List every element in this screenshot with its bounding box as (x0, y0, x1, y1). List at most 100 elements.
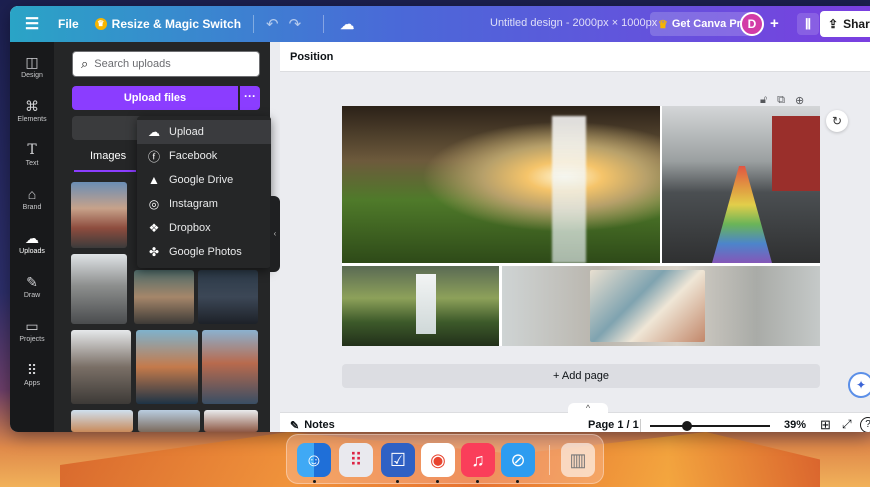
design-title[interactable]: Untitled design - 2000px × 1000px (490, 17, 657, 29)
divider (640, 419, 641, 432)
grid-view-icon[interactable]: ⊞ (820, 417, 831, 432)
rail-item-draw[interactable]: ✎ Draw (10, 274, 54, 299)
file-menu[interactable]: File (58, 17, 79, 31)
rail-label: Design (21, 72, 43, 79)
cloud-upload-icon: ☁ (25, 230, 39, 246)
running-indicator (313, 480, 316, 483)
menu-item-label: Dropbox (169, 222, 211, 234)
safari-icon[interactable]: ⊘ (501, 443, 535, 477)
tab-images[interactable]: Images (90, 150, 126, 162)
upload-thumbnail[interactable] (71, 330, 131, 404)
zoom-slider-handle[interactable] (682, 421, 692, 431)
upload-thumbnail[interactable] (198, 270, 258, 324)
upload-thumbnail[interactable] (134, 270, 194, 324)
share-button[interactable]: ⇪ Share (820, 11, 870, 37)
zoom-level[interactable]: 39% (784, 419, 806, 431)
page-indicator[interactable]: Page 1 / 1 (588, 419, 639, 431)
running-indicator (396, 480, 399, 483)
search-icon: ⌕ (81, 56, 89, 71)
rail-item-uploads[interactable]: ☁ Uploads (10, 230, 54, 255)
menu-item-label: Instagram (169, 198, 218, 210)
upload-thumbnail[interactable] (71, 182, 127, 248)
layout-icon: ◫ (25, 54, 39, 70)
pen-icon: ✎ (26, 274, 38, 290)
folder-icon: ▭ (25, 318, 39, 334)
menu-item-instagram[interactable]: ◎ Instagram (137, 192, 271, 216)
refresh-icon[interactable]: ↻ (826, 110, 848, 132)
postcards (590, 270, 705, 342)
divider (253, 15, 255, 33)
resize-label: Resize & Magic Switch (111, 17, 242, 31)
fullscreen-icon[interactable]: ⤢ (842, 417, 852, 432)
position-button[interactable]: Position (290, 51, 333, 63)
undo-icon[interactable]: ↶ (266, 15, 279, 33)
more-options-button[interactable]: ··· (240, 86, 260, 110)
facebook-icon: ⓕ (147, 149, 160, 164)
rail-item-brand[interactable]: ⌂ Brand (10, 186, 54, 211)
editor-toolbar: Position (280, 42, 870, 72)
upload-thumbnail[interactable] (138, 410, 200, 432)
photo-waterfall-cave[interactable] (342, 106, 660, 263)
upload-thumbnail[interactable] (202, 330, 258, 404)
rail-item-design[interactable]: ◫ Design (10, 54, 54, 79)
launchpad-icon[interactable]: ⠿ (339, 443, 373, 477)
magic-assistant-icon[interactable]: ✦ (848, 372, 870, 398)
editor-footer: ^ ✎ Notes Page 1 / 1 39% ⊞ ⤢ ? (280, 403, 870, 432)
help-icon[interactable]: ? (860, 417, 870, 432)
chevron-up-icon[interactable]: ^ (568, 403, 608, 415)
brand-icon: ⌂ (27, 186, 37, 202)
menu-item-google-photos[interactable]: ✤ Google Photos (137, 240, 271, 264)
resize-button[interactable]: ♛ Resize & Magic Switch (94, 17, 242, 31)
notes-button[interactable]: ✎ Notes (290, 419, 335, 432)
music-icon[interactable]: ♫ (461, 443, 495, 477)
rail-item-elements[interactable]: ⌘ Elements (10, 98, 54, 123)
rail-label: Projects (19, 336, 45, 343)
zoom-slider[interactable] (650, 425, 770, 427)
finder-icon[interactable]: ☺ (297, 443, 331, 477)
upload-thumbnail[interactable] (204, 410, 258, 432)
waterfall-stream (416, 274, 436, 334)
trash-icon[interactable]: ▥ (561, 443, 595, 477)
dropbox-icon: ❖ (148, 221, 160, 235)
upload-thumbnail[interactable] (71, 410, 133, 432)
add-collaborator-icon[interactable]: + (770, 15, 779, 32)
share-label: Share (843, 17, 870, 31)
notes-label: Notes (304, 419, 335, 431)
menu-item-dropbox[interactable]: ❖ Dropbox (137, 216, 271, 240)
rail-label: Text (25, 160, 39, 167)
get-pro-label: Get Canva Pro (671, 18, 748, 30)
add-page-button[interactable]: + Add page (342, 364, 820, 388)
upload-thumbnail[interactable] (136, 330, 198, 404)
rail-item-projects[interactable]: ▭ Projects (10, 318, 54, 343)
apps-grid-icon: ⠿ (26, 362, 38, 378)
menu-item-label: Google Drive (169, 174, 234, 186)
chrome-icon[interactable]: ◉ (421, 443, 455, 477)
dock: ☺ ⠿ ☑ ◉ ♫ ⊘ ▥ (286, 434, 604, 484)
upload-files-button[interactable]: Upload files (72, 86, 238, 110)
menu-icon[interactable]: ☰ (10, 14, 54, 34)
cloud-save-icon[interactable]: ☁ (340, 16, 354, 33)
search-input[interactable]: ⌕ Search uploads (72, 51, 260, 77)
menu-item-label: Facebook (169, 150, 218, 162)
menu-item-label: Upload (169, 126, 204, 138)
tasks-icon[interactable]: ☑ (381, 443, 415, 477)
upload-thumbnail[interactable] (71, 254, 127, 324)
rail-label: Elements (17, 116, 47, 123)
menu-item-facebook[interactable]: ⓕ Facebook (137, 144, 271, 168)
insights-icon[interactable]: ⫼ (797, 13, 819, 35)
tab-indicator (74, 170, 136, 172)
design-page[interactable] (342, 106, 820, 346)
rail-label: Draw (23, 292, 41, 299)
rail-item-apps[interactable]: ⠿ Apps (10, 362, 54, 387)
crown-icon: ♛ (94, 18, 107, 30)
google-photos-icon: ✤ (148, 245, 160, 259)
rail-label: Brand (22, 204, 42, 211)
rail-item-text[interactable]: T Text (10, 142, 54, 167)
menu-item-google-drive[interactable]: ▲ Google Drive (137, 168, 271, 192)
menu-item-upload[interactable]: ☁ Upload (137, 120, 271, 144)
share-icon: ⇪ (828, 17, 839, 31)
avatar[interactable]: D (740, 12, 764, 36)
collapse-panel-button[interactable]: ‹ (270, 196, 280, 272)
redo-icon[interactable]: ↷ (289, 15, 302, 33)
search-placeholder: Search uploads (94, 58, 171, 70)
